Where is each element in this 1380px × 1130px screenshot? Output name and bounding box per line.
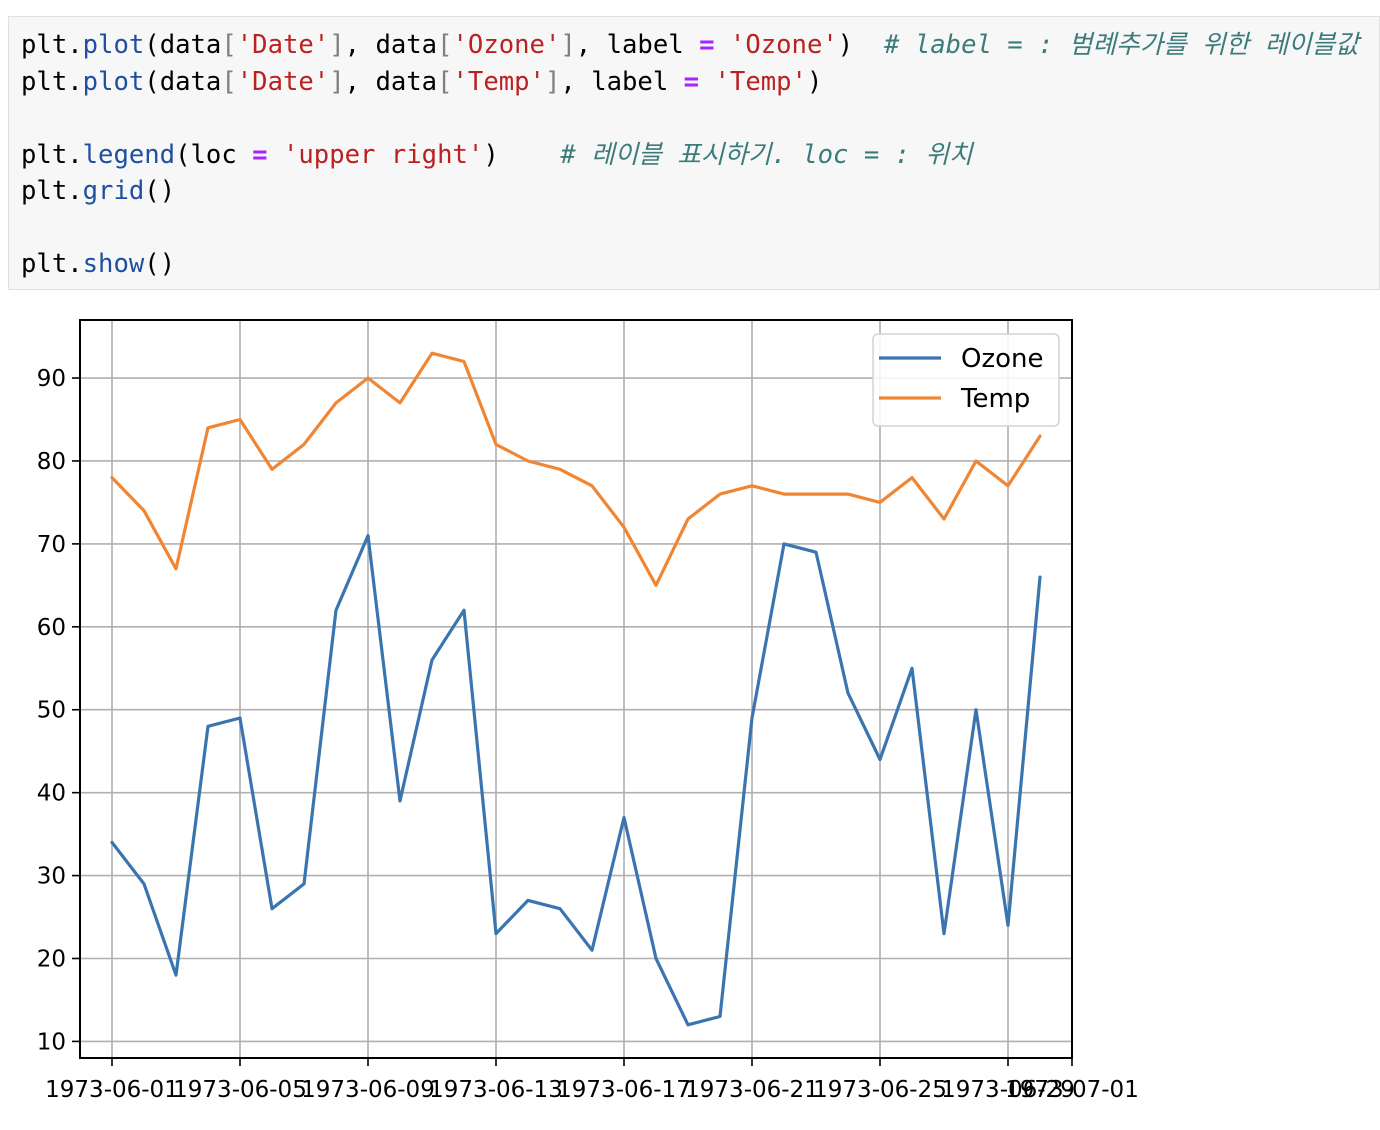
y-tick-label: 70 <box>37 532 66 558</box>
plot-area <box>80 320 1072 1058</box>
x-tick-label: 1973-06-09 <box>301 1077 435 1103</box>
x-tick-label: 1973-06-21 <box>685 1077 819 1103</box>
legend-label: Ozone <box>961 344 1044 374</box>
x-tick-label: 1973-06-17 <box>557 1077 691 1103</box>
y-tick-label: 10 <box>37 1029 66 1055</box>
x-tick-label: 1973-06-05 <box>173 1077 307 1103</box>
y-tick-label: 80 <box>37 449 66 475</box>
x-tick-label: 1973-06-01 <box>45 1077 179 1103</box>
y-tick-label: 50 <box>37 698 66 724</box>
x-tick-label: 1973-06-25 <box>813 1077 947 1103</box>
y-tick-label: 20 <box>37 946 66 972</box>
legend-label: Temp <box>960 384 1030 414</box>
y-tick-label: 90 <box>37 366 66 392</box>
y-tick-label: 40 <box>37 781 66 807</box>
x-tick-label: 1973-07-01 <box>1005 1077 1139 1103</box>
y-tick-label: 30 <box>37 864 66 890</box>
x-tick-label: 1973-06-13 <box>429 1077 563 1103</box>
y-tick-label: 60 <box>37 615 66 641</box>
line-chart: 1020304050607080901973-06-011973-06-0519… <box>37 319 1139 1103</box>
